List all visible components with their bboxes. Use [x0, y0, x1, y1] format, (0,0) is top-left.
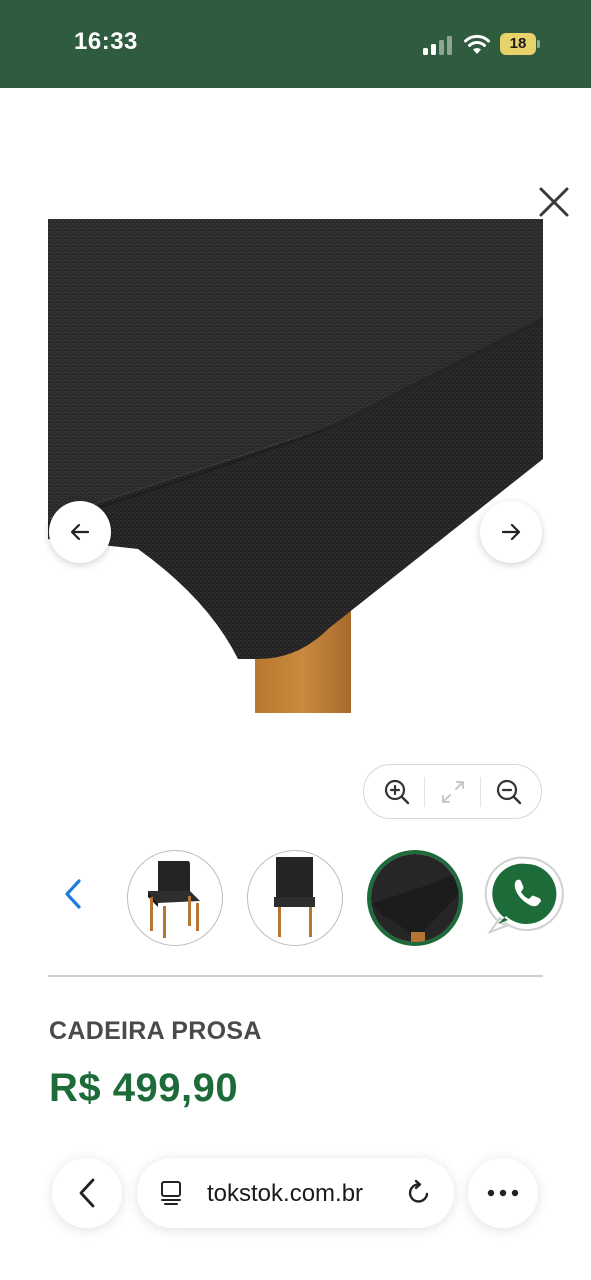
divider	[48, 975, 543, 977]
thumbnail-seat-fabric-detail[interactable]	[367, 850, 463, 946]
chevron-left-icon	[65, 879, 81, 909]
product-image	[48, 219, 543, 713]
status-bar: 16:33 18	[0, 0, 591, 88]
chevron-left-icon	[79, 1178, 95, 1208]
address-bar[interactable]: tokstok.com.br	[137, 1158, 454, 1228]
whatsapp-icon[interactable]	[484, 852, 570, 938]
thumbnail-chair-front-view[interactable]	[127, 850, 223, 946]
page-icon[interactable]	[159, 1180, 185, 1206]
previous-image-button[interactable]	[49, 501, 111, 563]
battery-level: 18	[509, 35, 527, 52]
more-icon	[487, 1189, 519, 1197]
thumbnail-chair-side-view[interactable]	[247, 850, 343, 946]
arrow-left-icon	[70, 523, 90, 541]
expand-icon	[442, 780, 464, 803]
zoom-in-icon	[384, 779, 410, 804]
battery-icon: 18	[500, 33, 540, 55]
browser-more-button[interactable]	[468, 1158, 538, 1228]
status-time: 16:33	[74, 28, 138, 55]
zoom-in-button[interactable]	[369, 765, 425, 818]
wifi-icon	[464, 34, 490, 54]
browser-back-button[interactable]	[52, 1158, 122, 1228]
fit-button[interactable]	[425, 765, 481, 818]
zoom-out-icon	[496, 779, 522, 804]
product-name: CADEIRA PROSA	[49, 1017, 262, 1045]
url-text[interactable]: tokstok.com.br	[207, 1180, 363, 1208]
zoom-out-button[interactable]	[481, 765, 537, 818]
close-icon[interactable]	[536, 184, 572, 220]
arrow-right-icon	[501, 523, 521, 541]
cellular-signal-icon	[423, 35, 453, 55]
next-image-button[interactable]	[480, 501, 542, 563]
zoom-controls	[363, 764, 542, 819]
reload-icon[interactable]	[405, 1179, 433, 1207]
product-price: R$ 499,90	[49, 1066, 239, 1110]
thumbnails-previous-button[interactable]	[58, 876, 88, 912]
